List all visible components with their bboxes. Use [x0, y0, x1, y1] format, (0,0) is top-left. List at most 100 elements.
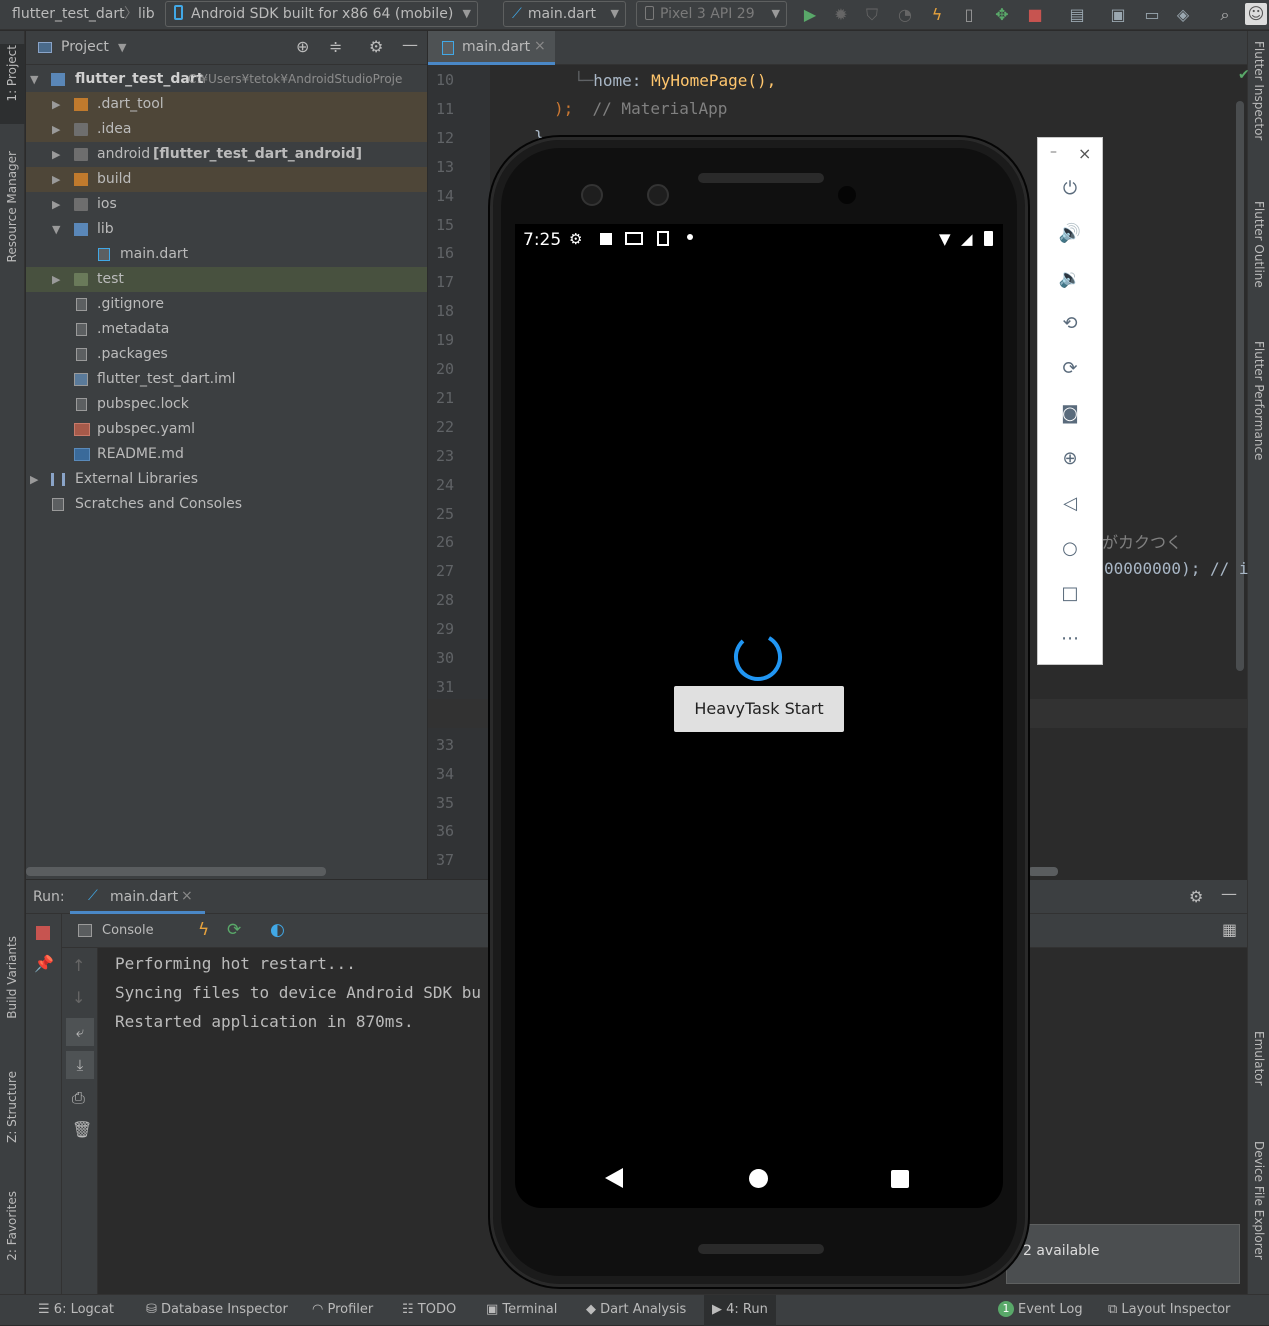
tool-tab-emulator[interactable]: Emulator [1252, 1031, 1266, 1086]
tool-tab-project[interactable]: 1: Project [5, 45, 19, 102]
chevron-right-icon[interactable]: ▶ [52, 267, 60, 292]
tab-main-dart[interactable]: main.dart × [428, 31, 555, 65]
minimize-button[interactable]: – [1050, 144, 1057, 160]
editor-horizontal-scrollbar[interactable] [1028, 867, 1058, 876]
overview-icon[interactable]: □ [1038, 579, 1102, 609]
line-number[interactable]: 14 [428, 187, 454, 205]
tree-item[interactable]: pubspec.lock [26, 392, 427, 417]
tree-item[interactable]: ▶ test [26, 267, 427, 292]
chevron-right-icon[interactable]: ▶ [52, 192, 60, 217]
close-icon[interactable]: × [534, 38, 546, 54]
tool-tab-resource-manager[interactable]: Resource Manager [5, 151, 19, 262]
apply-changes-icon[interactable]: ▯ [958, 4, 980, 26]
breadcrumb-lib[interactable]: lib [138, 0, 155, 30]
line-number[interactable]: 29 [428, 620, 454, 638]
hide-icon[interactable]: — [402, 35, 418, 54]
close-button[interactable]: × [1078, 144, 1091, 163]
nav-overview-icon[interactable] [891, 1170, 909, 1188]
power-icon[interactable]: ⏻ [1038, 174, 1102, 204]
layout-icon[interactable]: ▦ [1222, 920, 1237, 939]
print-icon[interactable]: ⎙ [72, 1088, 85, 1108]
debug-icon[interactable]: ✹ [830, 4, 852, 26]
device-selector[interactable]: Android SDK built for x86 64 (mobile) ▼ [165, 1, 478, 27]
emulator-screen[interactable]: 7:25 ⚙ ▼ ◢ HeavyTask Start [515, 224, 1003, 1208]
line-number[interactable]: 18 [428, 302, 454, 320]
dart-devtools-icon[interactable]: ◐ [270, 920, 285, 940]
hide-icon[interactable]: — [1221, 884, 1237, 903]
volume-up-icon[interactable]: 🔊 [1038, 219, 1102, 249]
back-icon[interactable]: ◁ [1038, 489, 1102, 519]
line-number[interactable]: 25 [428, 505, 454, 523]
tool-tab-flutter-performance[interactable]: Flutter Performance [1252, 341, 1266, 460]
tree-item[interactable]: ▶ android [flutter_test_dart_android] [26, 142, 427, 167]
line-number[interactable]: 28 [428, 591, 454, 609]
tree-item[interactable]: main.dart [26, 242, 427, 267]
nav-back-icon[interactable] [605, 1168, 623, 1188]
notification-balloon[interactable]: 2 available [1006, 1224, 1240, 1284]
tree-item[interactable]: README.md [26, 442, 427, 467]
hot-restart-icon[interactable]: ✥ [991, 4, 1013, 26]
account-icon[interactable]: ☺ [1245, 3, 1267, 25]
zoom-icon[interactable]: ⊕ [1038, 444, 1102, 474]
tool-tab-logcat[interactable]: ☰ 6: Logcat [38, 1295, 114, 1326]
stop-icon[interactable] [36, 926, 50, 940]
tree-item[interactable]: pubspec.yaml [26, 417, 427, 442]
run-icon[interactable]: ▶ [799, 4, 821, 26]
rotate-left-icon[interactable]: ⟲ [1038, 309, 1102, 339]
chevron-right-icon[interactable]: ▶ [52, 117, 60, 142]
tree-item[interactable]: Scratches and Consoles [26, 492, 427, 517]
chevron-down-icon[interactable]: ▼ [30, 67, 38, 92]
breadcrumb-project[interactable]: flutter_test_dart [12, 0, 125, 30]
line-number[interactable]: 37 [428, 851, 454, 869]
code-comment-fragment[interactable]: がカクつく [1102, 529, 1182, 553]
code-line-27-fragment[interactable]: 00000000); // i [1104, 559, 1249, 578]
scroll-to-end-icon[interactable]: ⤓ [66, 1051, 94, 1079]
line-number[interactable]: 30 [428, 649, 454, 667]
tool-tab-layout-inspector[interactable]: ⧉ Layout Inspector [1108, 1295, 1230, 1326]
vertical-scrollbar[interactable] [1236, 101, 1244, 671]
hot-restart-icon[interactable]: ⟳ [227, 920, 241, 940]
chevron-right-icon[interactable]: ▶ [52, 142, 60, 167]
tree-item[interactable]: ▶ .dart_tool [26, 92, 427, 117]
line-number[interactable]: 12 [428, 129, 454, 147]
line-number[interactable]: 15 [428, 216, 454, 234]
line-number[interactable]: 10 [428, 71, 454, 89]
line-number[interactable]: 24 [428, 476, 454, 494]
tree-root[interactable]: ▼ flutter_test_dart C:¥Users¥tetok¥Andro… [26, 67, 427, 92]
coverage-icon[interactable]: ⛉ [861, 4, 883, 26]
profile-icon[interactable]: ◔ [894, 4, 916, 26]
stop-icon[interactable]: ■ [1024, 4, 1046, 26]
line-number[interactable]: 23 [428, 447, 454, 465]
code-line-11[interactable]: ); // MaterialApp [554, 99, 727, 118]
line-number[interactable]: 22 [428, 418, 454, 436]
chevron-right-icon[interactable]: ▶ [52, 92, 60, 117]
line-number[interactable]: 20 [428, 360, 454, 378]
pin-icon[interactable]: 📌 [34, 954, 54, 973]
more-icon[interactable]: ⋯ [1038, 624, 1102, 654]
avd-manager-icon[interactable]: ▭ [1141, 4, 1163, 26]
chevron-right-icon[interactable]: ▶ [52, 167, 60, 192]
line-number[interactable]: 13 [428, 158, 454, 176]
tool-tab-database-inspector[interactable]: ⛁ Database Inspector [146, 1295, 288, 1326]
tool-tab-dart-analysis[interactable]: ◆ Dart Analysis [586, 1295, 686, 1326]
project-view-selector[interactable]: Project [61, 39, 109, 55]
tool-tab-event-log[interactable]: 1 Event Log [998, 1295, 1083, 1326]
tree-item[interactable]: ▶ ios [26, 192, 427, 217]
tool-tab-run[interactable]: ▶ 4: Run [704, 1295, 776, 1326]
tool-tab-flutter-outline[interactable]: Flutter Outline [1252, 201, 1266, 288]
line-number[interactable]: 31 [428, 678, 454, 696]
line-number[interactable]: 17 [428, 273, 454, 291]
horizontal-scrollbar[interactable] [26, 867, 326, 876]
tree-item[interactable]: ▶ External Libraries [26, 467, 427, 492]
tree-item[interactable]: .gitignore [26, 292, 427, 317]
tool-tab-profiler[interactable]: ◠ Profiler [312, 1295, 373, 1326]
tree-item[interactable]: ▶ .idea [26, 117, 427, 142]
line-number[interactable]: 36 [428, 822, 454, 840]
avd-selector[interactable]: Pixel 3 API 29 ▼ [636, 1, 787, 27]
line-number[interactable]: 33 [428, 736, 454, 754]
arrow-up-icon[interactable]: ↑ [72, 956, 85, 975]
hot-reload-icon[interactable]: ϟ [926, 4, 948, 26]
close-icon[interactable]: × [181, 888, 193, 904]
gear-icon[interactable]: ⚙ [369, 37, 383, 56]
tree-item[interactable]: ▶ build [26, 167, 427, 192]
